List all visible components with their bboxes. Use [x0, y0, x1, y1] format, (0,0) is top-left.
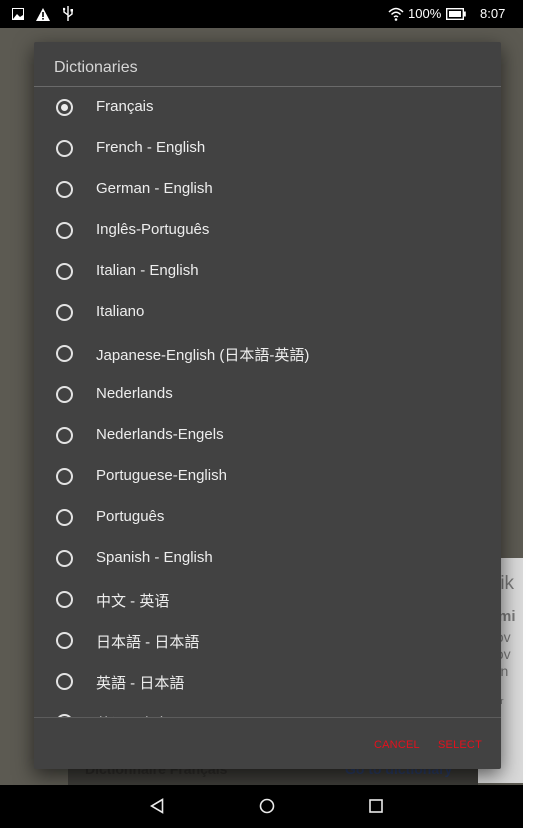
cancel-button[interactable]: CANCEL — [374, 739, 420, 751]
dictionary-option[interactable]: Português — [34, 497, 501, 538]
battery-icon — [445, 4, 466, 25]
dictionary-option[interactable]: Nederlands — [34, 374, 501, 415]
dictionary-option-label: Italiano — [96, 303, 145, 320]
dictionary-option[interactable]: 日本語 - 日本語 — [34, 620, 501, 661]
navigation-bar — [0, 785, 523, 828]
dictionary-option[interactable]: 英语 - 中文 — [34, 702, 501, 717]
dictionary-list[interactable]: Français French - English German - English… — [34, 87, 501, 717]
battery-percent: 100% — [408, 6, 442, 21]
dictionary-option-label: Português — [96, 508, 165, 525]
dictionary-option[interactable]: German - English — [34, 169, 501, 210]
back-icon[interactable] — [149, 793, 164, 820]
dictionary-option-label: Nederlands-Engels — [96, 426, 224, 443]
dictionary-option-label: Spanish - English — [96, 549, 213, 566]
dictionary-option[interactable]: French - English — [34, 128, 501, 169]
dictionaries-dialog: Dictionaries Français French - English Ger… — [34, 42, 501, 769]
dictionary-option[interactable]: Français — [34, 87, 501, 128]
dictionary-option[interactable]: Portuguese-English — [34, 456, 501, 497]
dictionary-option-label: Français — [96, 98, 154, 115]
buttons-divider — [34, 717, 501, 718]
select-button[interactable]: SELECT — [438, 739, 482, 751]
radio-unchecked-icon[interactable] — [56, 550, 73, 567]
radio-unchecked-icon[interactable] — [56, 591, 73, 608]
radio-unchecked-icon[interactable] — [56, 509, 73, 526]
radio-unchecked-icon[interactable] — [56, 468, 73, 485]
dictionary-option[interactable]: Italian - English — [34, 251, 501, 292]
radio-unchecked-icon[interactable] — [56, 222, 73, 239]
dictionary-option[interactable]: 英語 - 日本語 — [34, 661, 501, 702]
status-bar: 100% 8:07 — [0, 0, 523, 28]
radio-unchecked-icon[interactable] — [56, 632, 73, 649]
clock: 8:07 — [480, 6, 506, 21]
dictionary-option-label: Portuguese-English — [96, 467, 227, 484]
dictionary-option-label: 英語 - 日本語 — [96, 675, 185, 692]
dictionary-option-label: Japanese-English (日本語-英語) — [96, 347, 310, 364]
recents-icon[interactable] — [369, 793, 383, 819]
radio-unchecked-icon[interactable] — [56, 673, 73, 690]
dictionary-option[interactable]: Inglês-Português — [34, 210, 501, 251]
dictionary-option-label: Nederlands — [96, 385, 173, 402]
radio-unchecked-icon[interactable] — [56, 263, 73, 280]
radio-unchecked-icon[interactable] — [56, 181, 73, 198]
dictionary-option-label: 中文 - 英语 — [96, 593, 170, 610]
dictionary-option[interactable]: Spanish - English — [34, 538, 501, 579]
usb-icon — [62, 4, 74, 26]
dictionary-option[interactable]: Japanese-English (日本語-英語) — [34, 333, 501, 374]
dictionary-option[interactable]: 中文 - 英语 — [34, 579, 501, 620]
wifi-icon — [388, 4, 404, 26]
image-icon — [12, 4, 24, 25]
dictionary-option[interactable]: Italiano — [34, 292, 501, 333]
radio-unchecked-icon[interactable] — [56, 427, 73, 444]
dictionary-option-label: German - English — [96, 180, 213, 197]
radio-unchecked-icon[interactable] — [56, 345, 73, 362]
dialog-title: Dictionaries — [54, 59, 138, 76]
home-icon[interactable] — [259, 793, 275, 820]
radio-unchecked-icon[interactable] — [56, 386, 73, 403]
radio-unchecked-icon[interactable] — [56, 140, 73, 157]
dictionary-option[interactable]: Nederlands-Engels — [34, 415, 501, 456]
radio-unchecked-icon[interactable] — [56, 304, 73, 321]
dictionary-option-label: Inglês-Português — [96, 221, 210, 238]
dictionary-option-label: 日本語 - 日本語 — [96, 634, 200, 651]
warning-icon — [36, 4, 50, 26]
dictionary-option-label: Italian - English — [96, 262, 199, 279]
dictionary-option-label: French - English — [96, 139, 206, 156]
radio-checked-icon[interactable] — [56, 99, 73, 116]
